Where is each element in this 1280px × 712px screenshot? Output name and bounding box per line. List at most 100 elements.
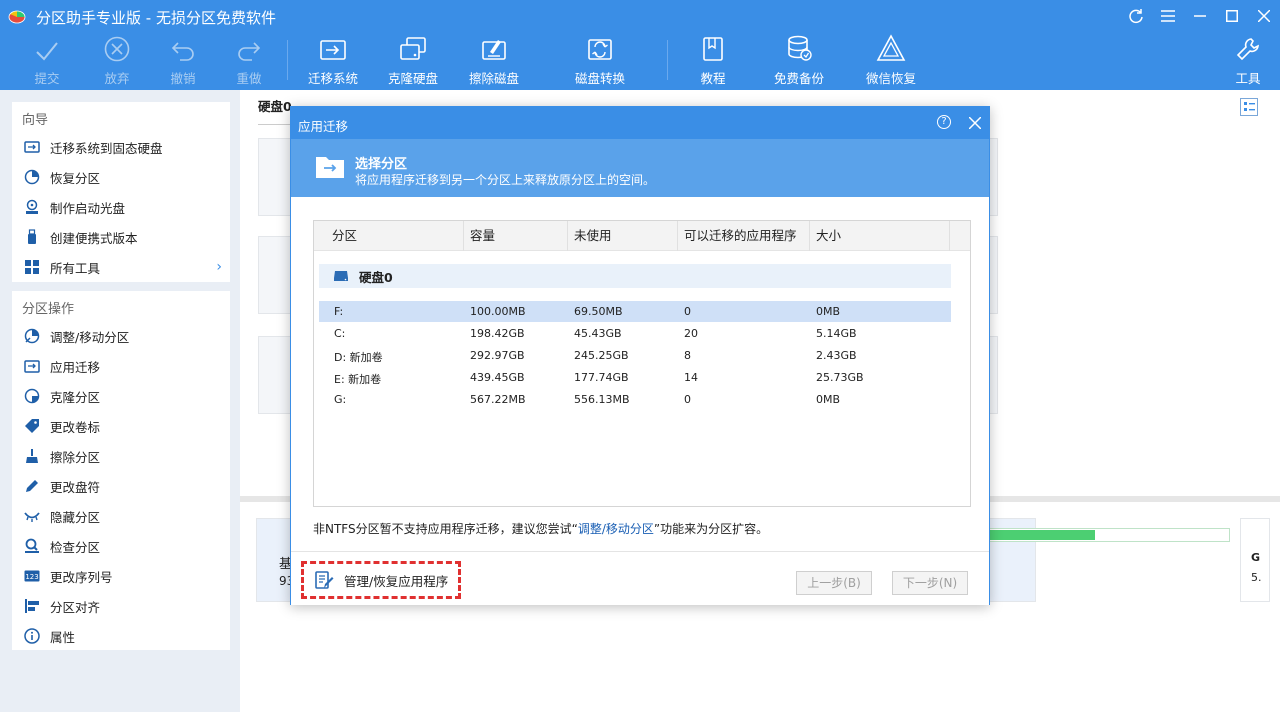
wechat-recover-button[interactable]: 微信恢复 [864,32,918,90]
redo-button[interactable]: 重做 [232,32,266,90]
info-icon [24,628,40,644]
menu-icon[interactable] [1152,0,1184,32]
table-row[interactable]: F: 100.00MB 69.50MB 0 0MB [319,301,951,322]
column-header[interactable]: 分区 [328,221,464,251]
app-migrate-icon [24,358,40,374]
backup-database-icon [788,35,812,61]
sidebar-item-check-partition[interactable]: 检查分区 [12,531,230,561]
app-title: 分区助手专业版 - 无损分区免费软件 [36,9,276,27]
usage-bar [988,528,1230,542]
dialog-close-icon[interactable] [968,112,982,134]
sidebar-item-portable-version[interactable]: 创建便携式版本 [12,222,230,252]
disk-convert-button[interactable]: 磁盘转换 [573,32,627,90]
migrate-disk-icon [24,139,40,155]
clone-partition-icon [24,388,40,404]
column-header[interactable]: 大小 [810,221,950,251]
partition-ops-panel: 分区操作 调整/移动分区 应用迁移 克隆分区 更改卷标 擦除分区 更改盘符 隐藏… [12,291,230,650]
resize-move-link[interactable]: 调整/移动分区 [578,522,654,536]
manage-recover-apps-button[interactable]: 管理/恢复应用程序 [301,561,461,599]
sidebar-item-change-letter[interactable]: 更改盘符 [12,471,230,501]
sidebar-item-properties[interactable]: 属性 [12,621,230,651]
redo-icon [238,42,261,61]
disk-group-name: 硬盘0 [359,269,393,285]
sidebar-item-all-tools[interactable]: 所有工具 › [12,252,230,282]
sidebar-item-change-serial[interactable]: 123 更改序列号 [12,561,230,591]
recover-partition-icon [24,169,40,185]
recover-triangle-icon [876,34,906,61]
commit-button[interactable]: 提交 [30,32,64,90]
svg-text:123: 123 [25,573,38,581]
hard-disk-icon [333,270,349,282]
sidebar-item-resize-move[interactable]: 调整/移动分区 [12,321,230,351]
banner-subtitle: 将应用程序迁移到另一个分区上来释放原分区上的空间。 [355,173,656,187]
sidebar: 向导 迁移系统到固态硬盘 恢复分区 制作启动光盘 创建便携式版本 所有工具 › … [0,90,240,712]
sidebar-item-recover-partition[interactable]: 恢复分区 [12,162,230,192]
serial-number-icon: 123 [24,568,40,584]
broom-icon [24,448,40,464]
column-header[interactable]: 可以迁移的应用程序 [678,221,810,251]
app-logo-icon [8,10,26,24]
view-toggle-icon[interactable] [1240,98,1258,116]
book-icon [703,37,723,61]
tools-button[interactable]: 工具 [1235,32,1261,90]
hidden-eye-icon [24,508,40,524]
table-row[interactable]: E: 新加卷 439.45GB 177.74GB 14 25.73GB [319,367,951,388]
resize-icon [24,328,40,344]
discard-button[interactable]: 放弃 [100,32,134,90]
sidebar-item-align-partition[interactable]: 分区对齐 [12,591,230,621]
prev-step-button[interactable]: 上一步(B) [796,571,872,595]
sidebar-item-hide-partition[interactable]: 隐藏分区 [12,501,230,531]
migrate-disk-icon [320,40,346,60]
toolbar-separator [287,40,288,80]
refresh-icon[interactable] [1120,0,1152,32]
tutorial-button[interactable]: 教程 [700,32,726,90]
disk-label: 硬盘0 [258,99,292,114]
magnifier-icon [24,538,40,554]
maximize-icon[interactable] [1216,0,1248,32]
clone-disk-icon [400,37,426,60]
minimize-icon[interactable] [1184,0,1216,32]
sidebar-item-change-label[interactable]: 更改卷标 [12,411,230,441]
dialog-footer: 管理/恢复应用程序 上一步(B) 下一步(N) [291,551,989,605]
free-backup-button[interactable]: 免费备份 [772,32,826,90]
title-bar: 分区助手专业版 - 无损分区免费软件 [0,0,1280,32]
disk-convert-icon [588,39,612,60]
checkmark-icon [36,42,58,61]
align-icon [24,598,40,614]
chevron-right-icon: › [216,259,222,275]
banner-title: 选择分区 [355,157,408,172]
undo-icon [171,42,194,61]
grid-icon [24,259,40,275]
usage-bar-fill [989,530,1095,540]
undo-button[interactable]: 撤销 [166,32,200,90]
sidebar-item-migrate-ssd[interactable]: 迁移系统到固态硬盘 [12,132,230,162]
ntfs-note: 非NTFS分区暂不支持应用程序迁移，建议您尝试“调整/移动分区”功能来为分区扩容… [313,522,769,536]
disk-map-card[interactable]: G 5. [1240,518,1270,602]
table-row[interactable]: D: 新加卷 292.97GB 245.25GB 8 2.43GB [319,345,951,366]
table-row[interactable]: G: 567.22MB 556.13MB 0 0MB [319,389,951,410]
close-icon[interactable] [1248,0,1280,32]
sidebar-item-clone-partition[interactable]: 克隆分区 [12,381,230,411]
sidebar-item-app-migrate[interactable]: 应用迁移 [12,351,230,381]
cancel-circle-icon [104,36,130,62]
clone-disk-button[interactable]: 克隆硬盘 [386,32,440,90]
dialog-title-bar: 应用迁移 ? [291,107,989,139]
table-row[interactable]: C: 198.42GB 45.43GB 20 5.14GB [319,323,951,344]
column-header[interactable]: 容量 [464,221,568,251]
help-icon[interactable]: ? [937,115,951,129]
migrate-os-button[interactable]: 迁移系统 [306,32,360,90]
toolbar-separator [667,40,668,80]
sidebar-item-wipe-partition[interactable]: 擦除分区 [12,441,230,471]
wipe-disk-button[interactable]: 擦除磁盘 [467,32,521,90]
sidebar-item-boot-disc[interactable]: 制作启动光盘 [12,192,230,222]
wizard-panel: 向导 迁移系统到固态硬盘 恢复分区 制作启动光盘 创建便携式版本 所有工具 › [12,102,230,282]
partition-table: 分区 容量 未使用 可以迁移的应用程序 大小 硬盘0 F: 100.00MB 6… [313,220,971,507]
table-header: 分区 容量 未使用 可以迁移的应用程序 大小 [314,221,970,251]
dialog-title: 应用迁移 [298,119,349,134]
next-step-button[interactable]: 下一步(N) [892,571,968,595]
wipe-disk-icon [482,40,506,60]
manage-apps-icon [314,570,334,590]
usb-drive-icon [24,229,40,245]
column-header[interactable]: 未使用 [568,221,678,251]
pencil-icon [24,478,40,494]
